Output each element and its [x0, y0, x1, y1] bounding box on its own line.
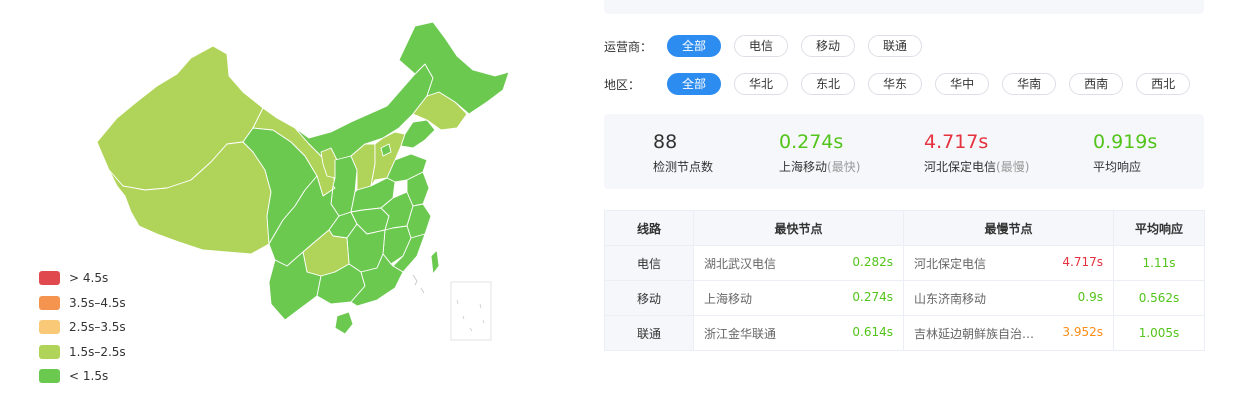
- region-option-button[interactable]: 东北: [801, 73, 856, 95]
- legend-swatch: [39, 369, 60, 384]
- stat-average-label: 平均响应: [1093, 160, 1142, 174]
- region-option-button[interactable]: 华南: [1002, 73, 1057, 95]
- operator-option-button[interactable]: 联通: [868, 35, 923, 57]
- legend-swatch: [39, 271, 60, 286]
- operator-option-button[interactable]: 电信: [734, 35, 789, 57]
- stat-fastest-node: 上海移动: [779, 160, 828, 174]
- legend-label: < 1.5s: [69, 369, 109, 384]
- region-option-button[interactable]: 全部: [667, 73, 722, 95]
- fastest-node-name[interactable]: 浙江金华联通: [704, 325, 776, 342]
- operator-filter-label: 运营商：: [604, 39, 653, 54]
- fastest-node-time: 0.282s: [852, 254, 893, 269]
- table-row: 电信 湖北武汉电信 0.282s 河北保定电信 4.717s 1.11s: [604, 245, 1205, 281]
- stat-average: 0.919s 平均响应: [1093, 130, 1157, 175]
- region-filter-label: 地区：: [604, 77, 641, 92]
- line-cell: 电信: [604, 245, 694, 281]
- stat-slowest-label: 河北保定电信(最慢): [924, 158, 1029, 175]
- table-row: 联通 浙江金华联通 0.614s 吉林延边朝鲜族自治… 3.952s 1.005s: [604, 315, 1205, 351]
- average-cell: 1.11s: [1113, 245, 1205, 281]
- legend-label: 2.5s–3.5s: [69, 320, 126, 335]
- stat-slowest: 4.717s 河北保定电信(最慢): [924, 130, 1029, 175]
- legend-swatch: [39, 344, 60, 359]
- slowest-node-cell: 山东济南移动 0.9s: [903, 280, 1114, 316]
- stat-fastest-label: 上海移动(最快): [779, 158, 860, 175]
- region-option-button[interactable]: 西北: [1136, 73, 1191, 95]
- table-row: 移动 上海移动 0.274s 山东济南移动 0.9s 0.562s: [604, 280, 1205, 316]
- slowest-node-name[interactable]: 吉林延边朝鲜族自治…: [914, 325, 1034, 342]
- legend-label: 3.5s–4.5s: [69, 295, 126, 310]
- average-cell: 0.562s: [1113, 280, 1205, 316]
- map-province[interactable]: [400, 119, 436, 149]
- region-filter: 地区： 全部 华北 东北 华东 华中 华南 西南 西北: [604, 73, 1203, 95]
- slowest-node-cell: 河北保定电信 4.717s: [903, 245, 1114, 281]
- line-cell: 联通: [604, 315, 694, 351]
- legend-item[interactable]: < 1.5s: [39, 364, 126, 389]
- slowest-node-time: 3.952s: [1062, 324, 1103, 339]
- legend-label: > 4.5s: [69, 271, 109, 286]
- slowest-node-time: 4.717s: [1062, 254, 1103, 269]
- legend-item[interactable]: 2.5s–3.5s: [39, 315, 126, 340]
- stat-slowest-node: 河北保定电信: [924, 160, 997, 174]
- table-header-row: 线路 最快节点 最慢节点 平均响应: [604, 210, 1205, 246]
- fastest-node-name[interactable]: 上海移动: [704, 290, 752, 307]
- stat-node-count-value: 88: [653, 131, 678, 153]
- carrier-table: 线路 最快节点 最慢节点 平均响应 电信 湖北武汉电信 0.282s 河北保定电信 4.…: [604, 210, 1205, 351]
- stat-node-count: 88 检测节点数: [653, 130, 713, 175]
- legend-swatch: [39, 295, 60, 310]
- fastest-node-cell: 浙江金华联通 0.614s: [693, 315, 904, 351]
- legend-swatch: [39, 320, 60, 335]
- fastest-node-time: 0.274s: [852, 289, 893, 304]
- slowest-node-cell: 吉林延边朝鲜族自治… 3.952s: [903, 315, 1114, 351]
- fastest-node-time: 0.614s: [852, 324, 893, 339]
- china-latency-map[interactable]: [95, 20, 515, 350]
- stat-slowest-note: (最慢): [996, 160, 1030, 174]
- map-province[interactable]: [334, 311, 354, 335]
- fastest-node-name[interactable]: 湖北武汉电信: [704, 255, 776, 272]
- stat-average-value: 0.919s: [1093, 131, 1158, 153]
- map-legend: > 4.5s 3.5s–4.5s 2.5s–3.5s 1.5s–2.5s < 1.5s: [39, 266, 126, 389]
- legend-item[interactable]: 1.5s–2.5s: [39, 340, 126, 365]
- stat-fastest-note: (最快): [827, 160, 861, 174]
- stat-fastest-value: 0.274s: [779, 131, 844, 153]
- header-average: 平均响应: [1113, 210, 1205, 246]
- slowest-node-name[interactable]: 河北保定电信: [914, 255, 986, 272]
- line-cell: 移动: [604, 280, 694, 316]
- header-slowest-node: 最慢节点: [903, 210, 1114, 246]
- operator-option-button[interactable]: 移动: [801, 35, 856, 57]
- slowest-node-name[interactable]: 山东济南移动: [914, 290, 986, 307]
- region-option-button[interactable]: 华东: [868, 73, 923, 95]
- stats-summary: 88 检测节点数 0.274s 上海移动(最快) 4.717s 河北保定电信(最…: [604, 114, 1204, 189]
- stat-slowest-value: 4.717s: [924, 131, 989, 153]
- operator-option-button[interactable]: 全部: [667, 35, 722, 57]
- legend-item[interactable]: 3.5s–4.5s: [39, 291, 126, 316]
- south-sea-inset: [412, 274, 492, 341]
- stat-fastest: 0.274s 上海移动(最快): [779, 130, 860, 175]
- header-fastest-node: 最快节点: [693, 210, 904, 246]
- legend-item[interactable]: > 4.5s: [39, 266, 126, 291]
- slowest-node-time: 0.9s: [1077, 289, 1103, 304]
- legend-label: 1.5s–2.5s: [69, 344, 126, 359]
- average-cell: 1.005s: [1113, 315, 1205, 351]
- stat-node-count-label: 检测节点数: [653, 160, 714, 174]
- fastest-node-cell: 湖北武汉电信 0.282s: [693, 245, 904, 281]
- operator-filter: 运营商： 全部 电信 移动 联通: [604, 35, 935, 57]
- region-option-button[interactable]: 华中: [935, 73, 990, 95]
- header-line: 线路: [604, 210, 694, 246]
- region-option-button[interactable]: 华北: [734, 73, 789, 95]
- map-province[interactable]: [430, 249, 440, 275]
- fastest-node-cell: 上海移动 0.274s: [693, 280, 904, 316]
- region-option-button[interactable]: 西南: [1069, 73, 1124, 95]
- top-panel-edge: [604, 0, 1204, 14]
